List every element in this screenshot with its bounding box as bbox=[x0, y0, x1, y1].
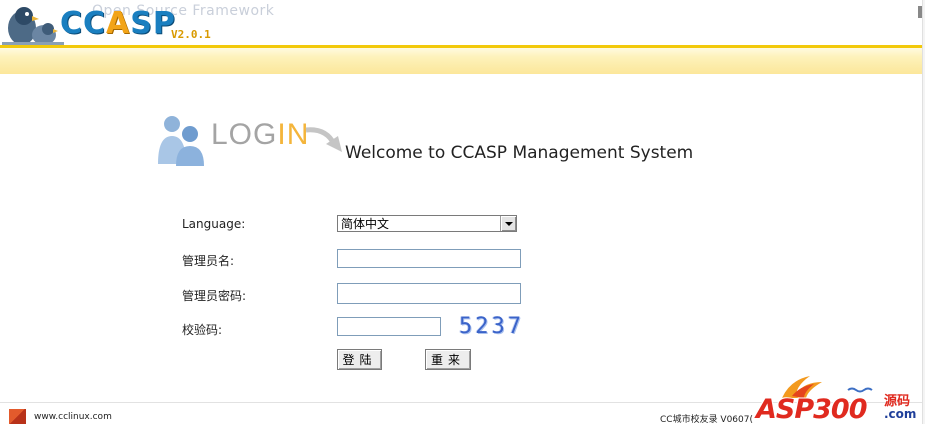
brand-logo-text: CCASP bbox=[60, 6, 176, 41]
captcha-label: 校验码: bbox=[182, 323, 223, 337]
language-label: Language: bbox=[182, 217, 246, 231]
curved-arrow-icon bbox=[305, 127, 342, 152]
welcome-text: Welcome to CCASP Management System bbox=[345, 143, 694, 163]
watermark-com: .com bbox=[884, 407, 917, 421]
captcha-image: 5237 bbox=[459, 314, 524, 339]
chevron-down-icon[interactable] bbox=[500, 216, 516, 231]
version-label: V2.0.1 bbox=[171, 28, 211, 41]
parrot-bird-icon bbox=[2, 7, 64, 46]
username-input[interactable] bbox=[337, 249, 521, 268]
password-label: 管理员密码: bbox=[182, 289, 247, 303]
login-heading: LOGIN bbox=[211, 118, 309, 152]
brand-a: A bbox=[106, 6, 131, 41]
language-select[interactable]: 简体中文 bbox=[337, 215, 517, 232]
header: Open Source Framework CCASP V2.0.1 bbox=[0, 0, 925, 48]
language-selected-value: 简体中文 bbox=[341, 217, 390, 231]
password-input[interactable] bbox=[337, 283, 521, 304]
captcha-input[interactable] bbox=[337, 317, 441, 336]
header-band bbox=[0, 45, 922, 74]
login-button[interactable]: 登陆 bbox=[337, 349, 382, 370]
brand-prefix: CC bbox=[60, 6, 107, 41]
username-label: 管理员名: bbox=[182, 254, 235, 268]
brand-suffix: SP bbox=[130, 6, 176, 41]
reset-button[interactable]: 重来 bbox=[425, 349, 471, 370]
footer-link[interactable]: www.cclinux.com bbox=[34, 412, 112, 422]
people-icon bbox=[158, 116, 204, 166]
login-word-log: LOG bbox=[211, 118, 278, 151]
footer-copyright: CC城市校友录 V0607( bbox=[660, 415, 754, 425]
watermark-text: ASP300 bbox=[756, 394, 867, 425]
cclinux-icon bbox=[9, 409, 26, 424]
